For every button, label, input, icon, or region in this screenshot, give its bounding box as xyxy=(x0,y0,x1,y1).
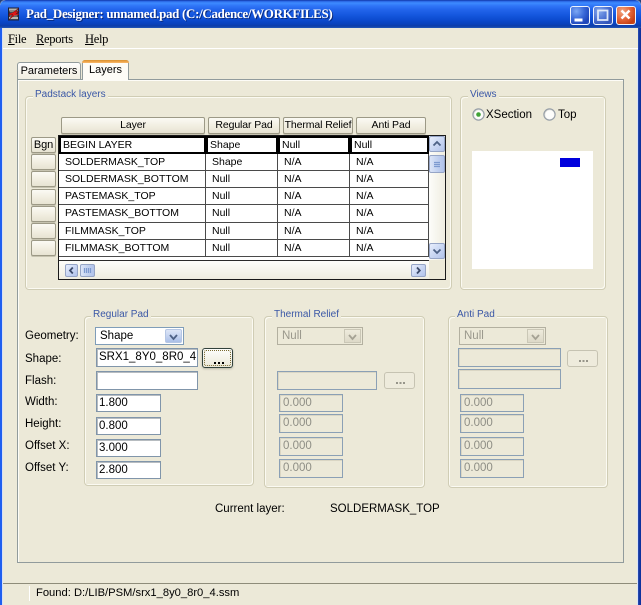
svg-text:Pad_Designer: unnamed.pad (C:/: Pad_Designer: unnamed.pad (C:/Cadence/WO… xyxy=(26,6,332,21)
